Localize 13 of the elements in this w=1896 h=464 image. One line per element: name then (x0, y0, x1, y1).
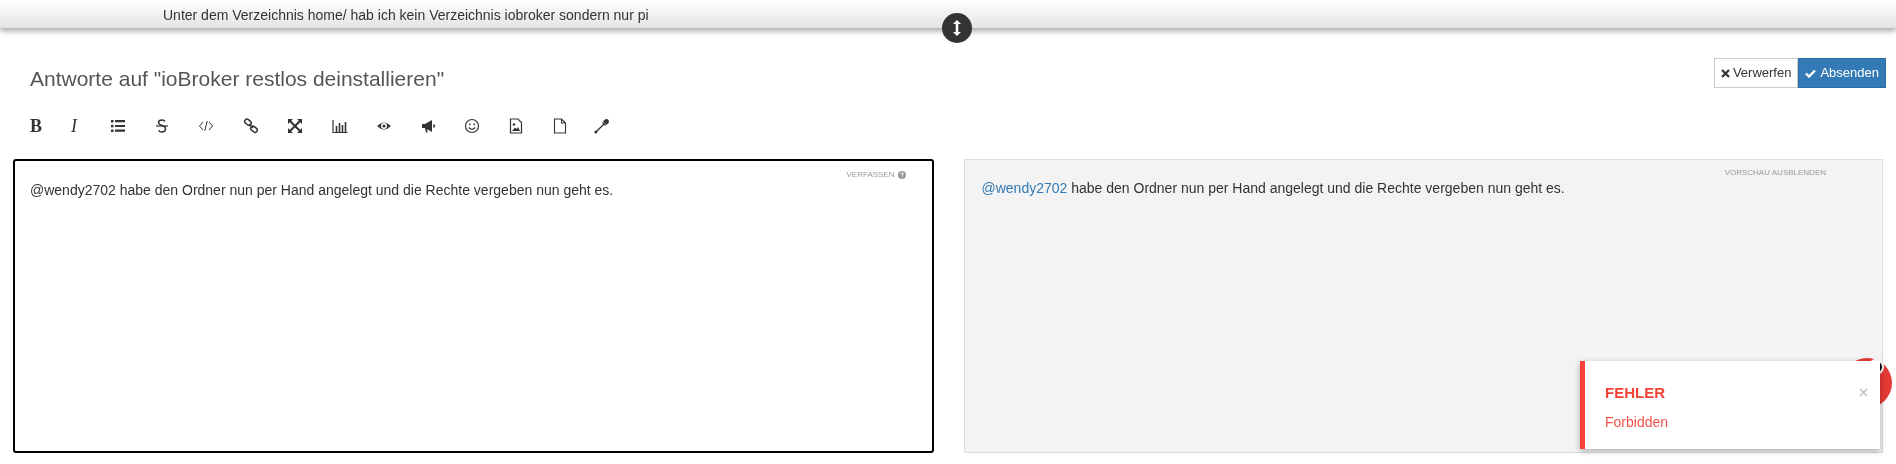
toast-title: FEHLER (1605, 383, 1665, 403)
post-text: Unter dem Verzeichnis home/ hab ich kein Verzeichnis iobroker sondern nur pi (163, 6, 649, 24)
toast-message: Forbidden (1605, 413, 1669, 432)
bold-button[interactable]: B (30, 116, 42, 136)
compose-hint: VERFASSEN (846, 169, 895, 181)
preview-text: habe den Ordner nun per Hand angelegt und die Rechte vergeben nun geht es. (1070, 179, 1565, 198)
submit-button[interactable]: Absenden (1798, 58, 1886, 88)
editor-text: @wendy2702 habe den Ordner nun per Hand angelegt und die Rechte vergeben nun geht es. (30, 181, 614, 200)
mention-link[interactable]: @wendy2702 (981, 178, 1068, 199)
italic-button[interactable]: I (71, 116, 77, 136)
editor-field[interactable]: VERFASSEN @wendy2702 habe den Ordner nun per Hand angelegt und die Rechte vergeben nun geht es. (13, 159, 934, 453)
discard-button[interactable]: Verwerfen (1713, 58, 1799, 88)
composer-title: Antworte auf "ioBroker restlos deinstallieren" (29, 66, 445, 92)
